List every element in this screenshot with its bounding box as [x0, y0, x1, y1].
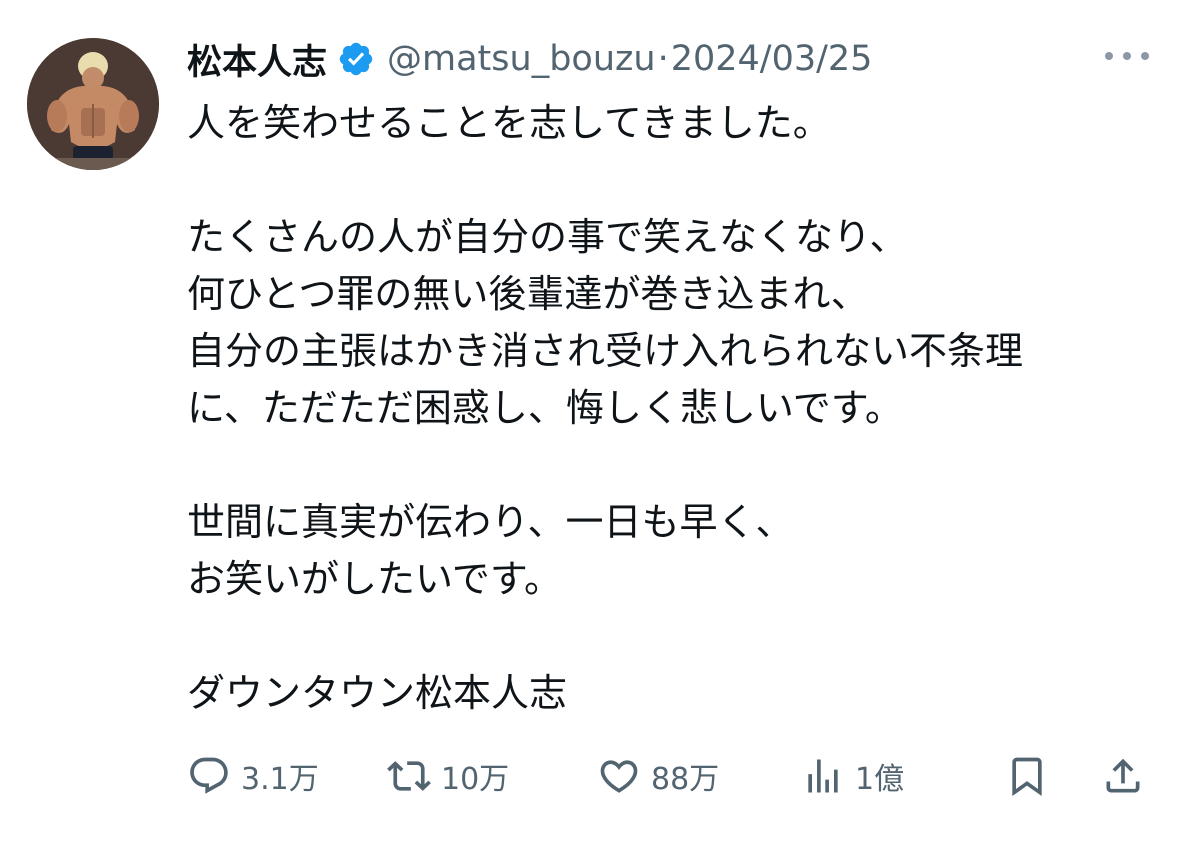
author-name[interactable]: 松本人志 [187, 34, 327, 85]
like-count: 88万 [651, 762, 720, 797]
reply-button[interactable]: 3.1万 [187, 748, 319, 804]
avatar-image [27, 38, 159, 170]
tweet-text: 人を笑わせることを志してきました。 たくさんの人が自分の事で笑えなくなり、 何ひ… [187, 101, 1024, 715]
bookmark-button[interactable] [1005, 748, 1049, 804]
reply-icon [190, 757, 228, 794]
share-icon [1106, 758, 1140, 793]
repost-button[interactable]: 10万 [387, 748, 509, 804]
avatar[interactable] [27, 38, 159, 170]
separator-dot: · [657, 39, 669, 79]
verified-badge-icon [337, 40, 375, 78]
views-button[interactable]: 1億 [801, 748, 904, 804]
views-count: 1億 [855, 762, 905, 797]
more-icon[interactable] [1105, 44, 1149, 68]
reply-count: 3.1万 [241, 762, 319, 797]
like-icon [600, 760, 638, 793]
like-button[interactable]: 88万 [597, 748, 719, 804]
bookmark-icon [1012, 757, 1042, 797]
action-bar: 3.1万 10万 88万 1億 [187, 748, 1147, 804]
repost-icon [387, 761, 431, 791]
views-icon [808, 759, 838, 793]
share-button[interactable] [1101, 748, 1145, 804]
tweet-header: 松本人志 @matsu_bouzu · 2024/03/25 [187, 34, 872, 84]
repost-count: 10万 [441, 762, 510, 797]
author-handle[interactable]: @matsu_bouzu [387, 39, 656, 79]
tweet-date[interactable]: 2024/03/25 [671, 39, 873, 79]
